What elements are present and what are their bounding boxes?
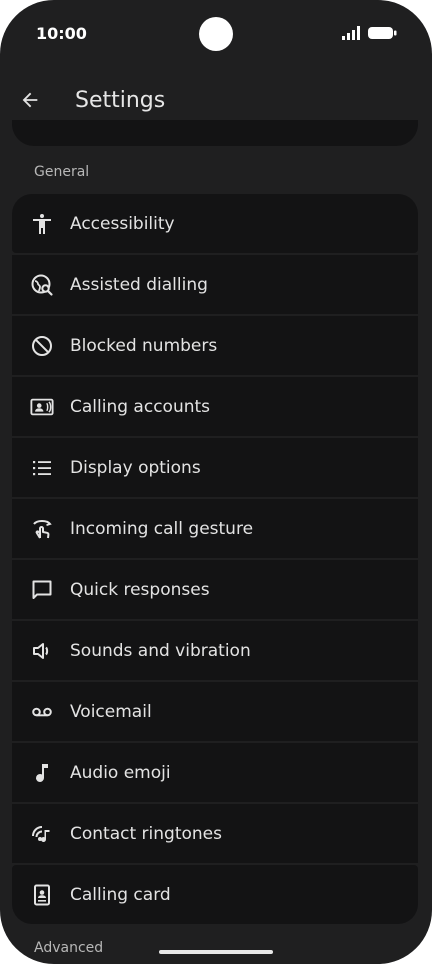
status-time: 10:00 bbox=[36, 24, 87, 43]
settings-item-calling-card[interactable]: Calling card bbox=[12, 865, 418, 924]
list-icon bbox=[30, 456, 54, 480]
status-bar: 10:00 bbox=[0, 0, 432, 66]
settings-list: Accessibility Assisted dialling Blocked … bbox=[12, 194, 418, 926]
settings-item-label: Voicemail bbox=[70, 701, 152, 722]
settings-item-voicemail[interactable]: Voicemail bbox=[12, 682, 418, 741]
settings-item-blocked-numbers[interactable]: Blocked numbers bbox=[12, 316, 418, 375]
settings-item-label: Contact ringtones bbox=[70, 823, 222, 844]
page-title: Settings bbox=[75, 88, 166, 113]
music-note-icon bbox=[30, 761, 54, 785]
calling-card-icon bbox=[30, 883, 54, 907]
settings-item-label: Calling card bbox=[70, 884, 171, 905]
home-indicator[interactable] bbox=[159, 950, 273, 954]
battery-icon bbox=[368, 26, 398, 40]
settings-item-label: Display options bbox=[70, 457, 201, 478]
settings-item-quick-responses[interactable]: Quick responses bbox=[12, 560, 418, 619]
gesture-icon bbox=[30, 517, 54, 541]
contact-ringtones-icon bbox=[30, 822, 54, 846]
status-icons bbox=[342, 26, 398, 40]
phone-screen: 10:00 Settings General Accessibility Ass… bbox=[0, 0, 432, 964]
message-icon bbox=[30, 578, 54, 602]
settings-item-label: Calling accounts bbox=[70, 396, 211, 417]
settings-item-label: Sounds and vibration bbox=[70, 640, 251, 661]
settings-item-label: Assisted dialling bbox=[70, 274, 208, 295]
settings-item-assisted-dialling[interactable]: Assisted dialling bbox=[12, 255, 418, 314]
blocked-icon bbox=[30, 334, 54, 358]
section-header-advanced: Advanced bbox=[34, 940, 104, 956]
speaker-icon bbox=[30, 639, 54, 663]
settings-item-contact-ringtones[interactable]: Contact ringtones bbox=[12, 804, 418, 863]
section-header-general: General bbox=[34, 164, 90, 180]
settings-item-audio-emoji[interactable]: Audio emoji bbox=[12, 743, 418, 802]
voicemail-icon bbox=[30, 700, 54, 724]
settings-item-label: Blocked numbers bbox=[70, 335, 218, 356]
settings-item-accessibility[interactable]: Accessibility bbox=[12, 194, 418, 253]
settings-item-sounds-and-vibration[interactable]: Sounds and vibration bbox=[12, 621, 418, 680]
settings-item-display-options[interactable]: Display options bbox=[12, 438, 418, 497]
previous-section-card bbox=[12, 120, 418, 146]
settings-item-incoming-call-gesture[interactable]: Incoming call gesture bbox=[12, 499, 418, 558]
signal-icon bbox=[342, 26, 362, 40]
accessibility-icon bbox=[30, 212, 54, 236]
settings-item-calling-accounts[interactable]: Calling accounts bbox=[12, 377, 418, 436]
back-button[interactable] bbox=[16, 86, 44, 114]
settings-item-label: Quick responses bbox=[70, 579, 210, 600]
assisted-dialling-icon bbox=[30, 273, 54, 297]
settings-item-label: Incoming call gesture bbox=[70, 518, 254, 539]
camera-cutout bbox=[199, 17, 233, 51]
arrow-left-icon bbox=[19, 89, 41, 111]
settings-item-label: Accessibility bbox=[70, 213, 175, 234]
calling-accounts-icon bbox=[30, 395, 54, 419]
app-bar: Settings bbox=[0, 78, 432, 126]
settings-item-label: Audio emoji bbox=[70, 762, 171, 783]
